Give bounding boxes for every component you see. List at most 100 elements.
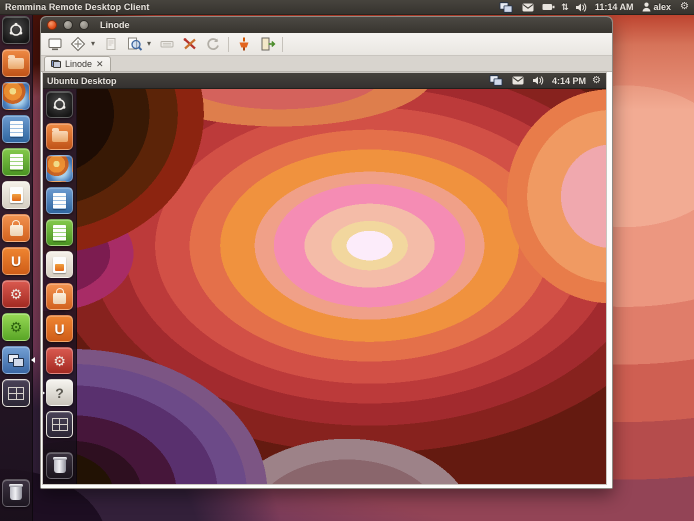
- remote-launcher-item-workspace-switcher[interactable]: [46, 411, 73, 438]
- auto-fit-dropdown-caret[interactable]: ▾: [91, 40, 98, 48]
- trash-can-glyph: [9, 484, 23, 500]
- magnifier-dropdown-caret[interactable]: ▾: [147, 40, 154, 48]
- ubuntu-one-icon: U: [2, 247, 30, 275]
- connection-tabbar: Linode ✕: [41, 56, 612, 72]
- dash-home-icon: [46, 91, 73, 118]
- remote-launcher-item-software-center[interactable]: [46, 283, 73, 310]
- ubuntu-logo-icon: [9, 22, 23, 36]
- shopping-bag-glyph: [53, 288, 66, 304]
- battery-icon: [542, 4, 555, 10]
- launcher-item-system-settings[interactable]: ⚙: [2, 280, 30, 308]
- tab-linode[interactable]: Linode ✕: [44, 56, 111, 71]
- keyboard-icon: [160, 41, 174, 48]
- speaker-icon: [575, 2, 586, 12]
- tab-close-button[interactable]: ✕: [96, 59, 104, 70]
- disconnect-plug-icon: [239, 37, 249, 51]
- window-close-button[interactable]: [47, 20, 57, 30]
- remote-wallpaper[interactable]: [43, 73, 606, 484]
- launcher-item-trash[interactable]: [2, 479, 30, 507]
- green-gear-app-icon: ⚙: [2, 313, 30, 341]
- user-menu[interactable]: alex: [638, 0, 679, 14]
- launcher-item-dash-home[interactable]: [2, 16, 30, 44]
- firefox-icon: [2, 82, 30, 110]
- remote-viewport: Ubuntu Desktop 4:14 PM ⚙ U ⚙ ?: [41, 72, 612, 488]
- folder-glyph: [8, 54, 24, 69]
- launcher-item-libreoffice-writer[interactable]: [2, 115, 30, 143]
- folder-glyph: [51, 128, 68, 142]
- remote-launcher-item-home-folder[interactable]: [46, 123, 73, 150]
- auto-fit-window-button[interactable]: [68, 35, 88, 53]
- toolbar-separator: [282, 36, 283, 52]
- remote-desktop-indicator-icon[interactable]: [484, 73, 508, 88]
- host-panel-app-title: Remmina Remote Desktop Client: [5, 2, 150, 12]
- launcher-item-firefox[interactable]: [2, 82, 30, 110]
- launcher-item-software-center[interactable]: [2, 214, 30, 242]
- launcher-item-remmina[interactable]: [0, 346, 35, 374]
- remote-top-panel: Ubuntu Desktop 4:14 PM ⚙: [43, 73, 606, 89]
- battery-indicator-icon[interactable]: [538, 0, 559, 14]
- remote-clock[interactable]: 4:14 PM: [548, 76, 590, 86]
- grab-keyboard-magnifier-button[interactable]: [124, 35, 144, 53]
- disconnect-button[interactable]: [234, 35, 254, 53]
- scaled-mode-button[interactable]: [101, 35, 121, 53]
- remote-launcher-item-trash[interactable]: [46, 452, 73, 479]
- trash-icon: [46, 452, 73, 479]
- shopping-bag-glyph: [9, 219, 23, 236]
- exit-button[interactable]: [257, 35, 277, 53]
- messaging-indicator-icon[interactable]: [518, 0, 538, 14]
- remote-desktop-indicator-icon[interactable]: [494, 0, 518, 14]
- sound-indicator-icon[interactable]: [571, 0, 591, 14]
- home-folder-icon: [2, 49, 30, 77]
- host-unity-launcher: U ⚙ ⚙: [0, 14, 35, 521]
- keyboard-button[interactable]: [157, 35, 177, 53]
- remote-launcher-item-ubuntu-one[interactable]: U: [46, 315, 73, 342]
- fullscreen-icon: [48, 38, 62, 51]
- launcher-item-workspace-switcher[interactable]: [2, 379, 30, 407]
- scaled-page-icon: [106, 38, 116, 50]
- remmina-icon: [2, 346, 30, 374]
- exit-door-icon: [261, 37, 275, 51]
- window-titlebar[interactable]: Linode: [41, 17, 612, 33]
- magnifier-page-icon: [127, 37, 142, 51]
- tools-button[interactable]: [180, 35, 200, 53]
- crossed-tools-icon: [183, 38, 196, 50]
- ubuntu-one-icon: U: [46, 315, 73, 342]
- sound-indicator-icon[interactable]: [528, 73, 548, 88]
- remote-launcher-item-firefox[interactable]: [46, 155, 73, 182]
- remote-launcher-item-unknown-window[interactable]: ?: [43, 379, 73, 406]
- remote-launcher-item-system-settings[interactable]: ⚙: [46, 347, 73, 374]
- remote-launcher-item-libreoffice-writer[interactable]: [46, 187, 73, 214]
- connection-toolbar: ▾ ▾: [41, 33, 612, 56]
- launcher-item-libreoffice-calc[interactable]: [2, 148, 30, 176]
- host-desktop: { "host_panel": { "app_title": "Remmina …: [0, 0, 694, 521]
- window-maximize-button[interactable]: [79, 20, 89, 30]
- remote-display-canvas[interactable]: Ubuntu Desktop 4:14 PM ⚙ U ⚙ ?: [42, 72, 607, 485]
- libreoffice-writer-icon: [46, 187, 73, 214]
- envelope-icon: [522, 3, 534, 11]
- remote-session-gear-menu[interactable]: ⚙: [590, 75, 606, 86]
- host-top-panel: Remmina Remote Desktop Client ⇅ 11:14 AM…: [0, 0, 694, 15]
- libreoffice-calc-icon: [46, 219, 73, 246]
- messaging-indicator-icon[interactable]: [508, 73, 528, 88]
- presentation-glyph: [9, 187, 23, 203]
- toggle-fullscreen-button[interactable]: [45, 35, 65, 53]
- tab-label: Linode: [65, 59, 93, 69]
- remote-launcher-item-dash-home[interactable]: [46, 91, 73, 118]
- document-glyph: [53, 192, 66, 209]
- host-clock[interactable]: 11:14 AM: [591, 2, 638, 12]
- launcher-item-ubuntu-one[interactable]: U: [2, 247, 30, 275]
- refresh-button[interactable]: [203, 35, 223, 53]
- launcher-item-home-folder[interactable]: [2, 49, 30, 77]
- window-minimize-button[interactable]: [63, 20, 73, 30]
- remote-launcher-item-libreoffice-calc[interactable]: [46, 219, 73, 246]
- network-indicator-icon[interactable]: ⇅: [559, 0, 571, 14]
- software-center-icon: [2, 214, 30, 242]
- remote-launcher-item-libreoffice-impress[interactable]: [46, 251, 73, 278]
- session-gear-menu[interactable]: ⚙: [678, 2, 694, 12]
- trash-icon: [2, 479, 30, 507]
- spreadsheet-glyph: [53, 224, 66, 241]
- tab-connection-icon: [51, 60, 61, 68]
- launcher-item-green-gear-app[interactable]: ⚙: [2, 313, 30, 341]
- workspace-switcher-icon: [2, 379, 30, 407]
- launcher-item-libreoffice-impress[interactable]: [2, 181, 30, 209]
